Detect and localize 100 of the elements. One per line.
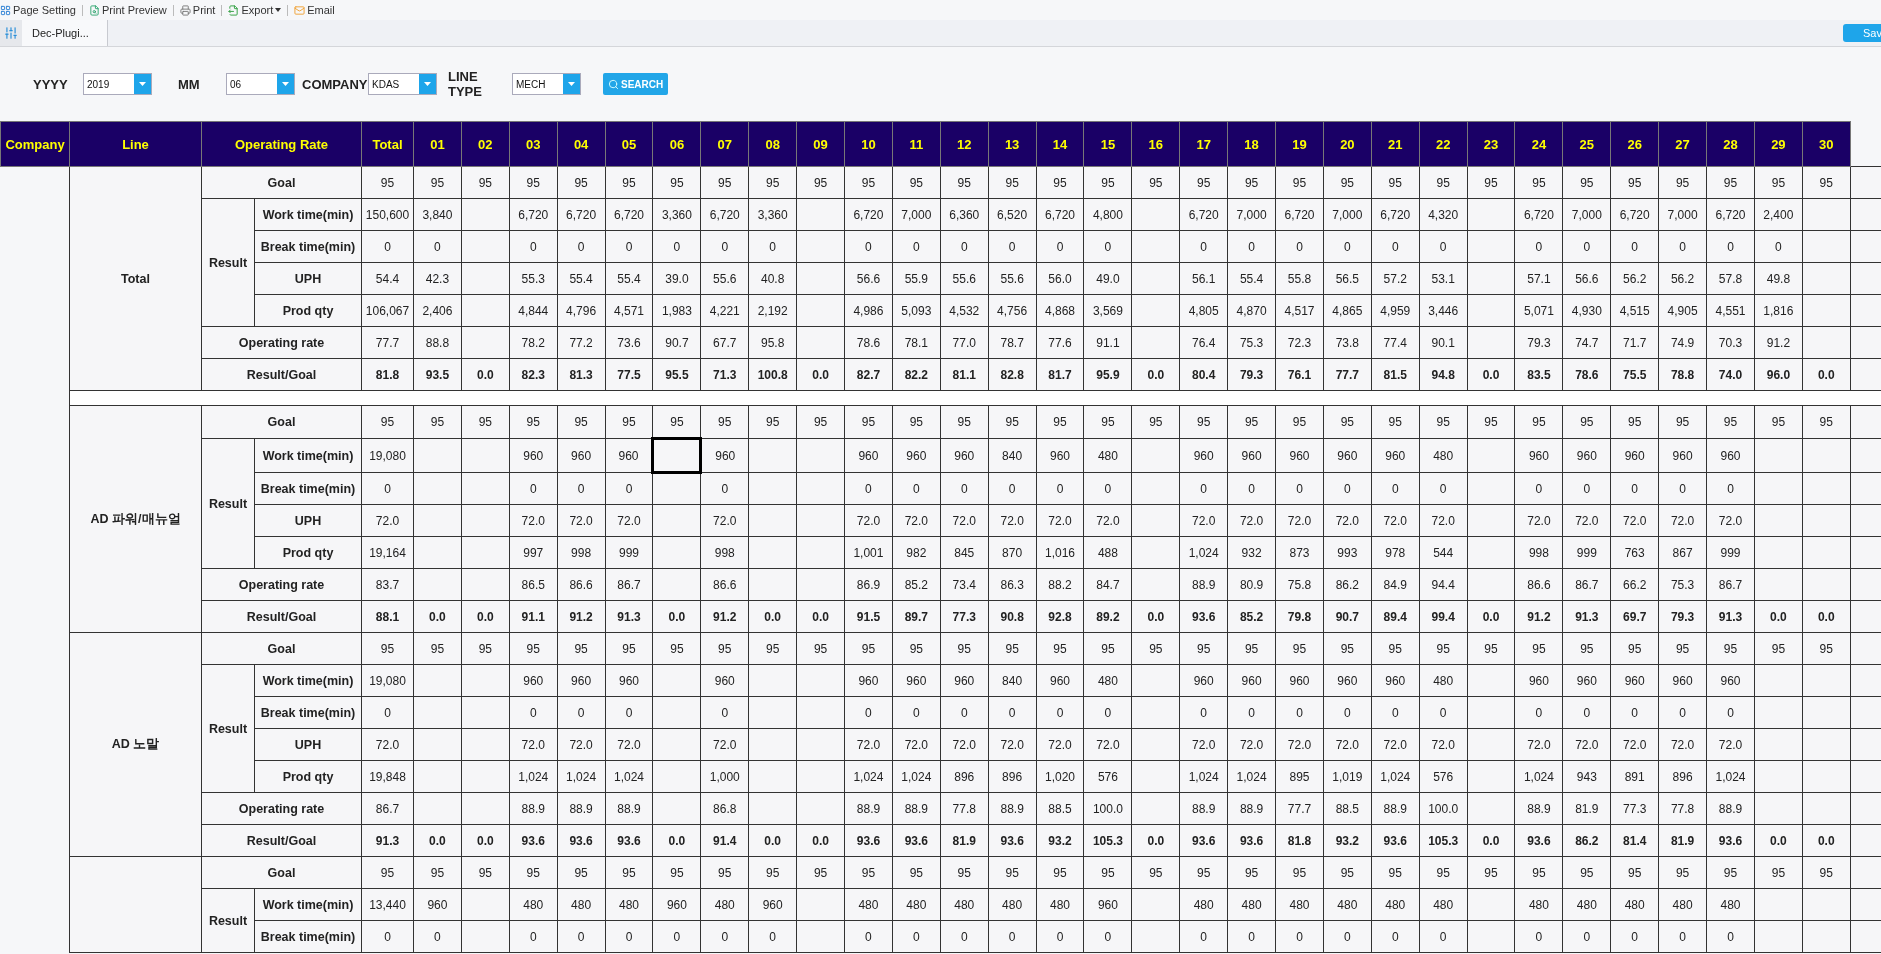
table-cell: 78.6 bbox=[1562, 358, 1611, 391]
table-cell: 960 bbox=[605, 664, 653, 697]
table-cell: 93.6 bbox=[1371, 824, 1420, 857]
table-cell: 72.0 bbox=[1275, 728, 1324, 761]
table-cell: 95 bbox=[652, 166, 701, 199]
table-cell: 95 bbox=[1658, 856, 1707, 889]
table-cell: 72.0 bbox=[1227, 504, 1276, 537]
table-cell: 480 bbox=[988, 888, 1037, 921]
table-cell: 1,024 bbox=[1227, 760, 1276, 793]
table-cell: 95 bbox=[940, 405, 989, 439]
table-cell: 960 bbox=[509, 664, 558, 697]
table-cell: 6,360 bbox=[940, 198, 989, 231]
table-cell: 480 bbox=[1227, 888, 1276, 921]
table-cell: 480 bbox=[1706, 888, 1755, 921]
table-cell: 86.3 bbox=[988, 568, 1037, 601]
tab[interactable]: Dec-Plugi... bbox=[22, 20, 108, 46]
table-cell: 960 bbox=[940, 438, 989, 473]
table-cell: 0.0 bbox=[1131, 358, 1180, 391]
table-cell: 895 bbox=[1275, 760, 1324, 793]
table-cell: 960 bbox=[1275, 664, 1324, 697]
select-field[interactable]: MECH bbox=[512, 73, 581, 95]
table-cell: 960 bbox=[1323, 438, 1372, 473]
table-cell: 75.3 bbox=[1227, 326, 1276, 359]
table-cell: 0 bbox=[844, 230, 893, 263]
select-field[interactable]: 2019 bbox=[83, 73, 152, 95]
table-cell: 960 bbox=[1227, 664, 1276, 697]
row-label: Prod qty bbox=[254, 760, 362, 793]
column-header: 06 bbox=[652, 121, 701, 167]
table-cell: 72.0 bbox=[1562, 728, 1611, 761]
table-cell: 86.9 bbox=[844, 568, 893, 601]
table-cell: 91.3 bbox=[605, 600, 653, 633]
table-cell: 95 bbox=[361, 166, 414, 199]
table-cell: 88.9 bbox=[1179, 568, 1228, 601]
table-cell: 56.2 bbox=[1658, 262, 1707, 295]
table-cell: 0 bbox=[1275, 230, 1324, 263]
selected-cell[interactable] bbox=[652, 438, 701, 473]
table-cell: 73.8 bbox=[1323, 326, 1372, 359]
table-cell: 3,446 bbox=[1419, 294, 1468, 327]
column-header: 11 bbox=[892, 121, 941, 167]
table-cell: 6,520 bbox=[988, 198, 1037, 231]
table-cell: 1,001 bbox=[844, 536, 893, 569]
column-header: 30 bbox=[1802, 121, 1851, 167]
table-cell: 55.4 bbox=[557, 262, 606, 295]
table-cell: 0.0 bbox=[1131, 824, 1180, 857]
table-cell: 81.4 bbox=[1610, 824, 1659, 857]
table-cell: 91.3 bbox=[1562, 600, 1611, 633]
table-cell: 0.0 bbox=[1467, 600, 1515, 633]
table-cell: 105.3 bbox=[1083, 824, 1132, 857]
table-cell: 78.2 bbox=[509, 326, 558, 359]
table-cell: 95 bbox=[361, 632, 414, 665]
table-cell: 3,569 bbox=[1083, 294, 1132, 327]
select-field[interactable]: 06 bbox=[226, 73, 295, 95]
table-cell: 0 bbox=[1323, 472, 1372, 505]
table-cell: 4,517 bbox=[1275, 294, 1324, 327]
table-cell: 95 bbox=[1131, 632, 1180, 665]
table-cell: 576 bbox=[1083, 760, 1132, 793]
table-cell: 95 bbox=[1227, 856, 1276, 889]
table-cell: 4,796 bbox=[557, 294, 606, 327]
table-cell: 88.1 bbox=[361, 600, 414, 633]
table-cell: 76.4 bbox=[1179, 326, 1228, 359]
table-cell: 91.2 bbox=[557, 600, 606, 633]
table-cell: 78.7 bbox=[988, 326, 1037, 359]
table-cell: 95 bbox=[892, 166, 941, 199]
table-cell: 4,844 bbox=[509, 294, 558, 327]
row-group-label: Result bbox=[201, 198, 255, 327]
table-cell: 763 bbox=[1610, 536, 1659, 569]
table-cell: 95 bbox=[844, 166, 893, 199]
sliders-icon[interactable] bbox=[4, 26, 18, 40]
table-cell: 0 bbox=[1036, 920, 1084, 953]
table-cell: 4,571 bbox=[605, 294, 653, 327]
table-cell: 0 bbox=[1227, 920, 1276, 953]
table-cell: 94.8 bbox=[1419, 358, 1468, 391]
table-cell: 993 bbox=[1323, 536, 1372, 569]
toolbar-button[interactable]: Page Setting bbox=[0, 4, 76, 16]
table-cell: 86.5 bbox=[509, 568, 558, 601]
table-cell: 72.3 bbox=[1275, 326, 1324, 359]
toolbar-button[interactable]: Print Preview bbox=[82, 4, 167, 16]
table-cell: 95 bbox=[1371, 632, 1420, 665]
table-cell: 80.4 bbox=[1179, 358, 1228, 391]
table-cell: 998 bbox=[1515, 536, 1563, 569]
table-cell: 2,192 bbox=[748, 294, 797, 327]
table-cell: 0 bbox=[940, 696, 989, 729]
toolbar-button[interactable]: Email bbox=[287, 4, 335, 16]
toolbar-button[interactable]: Export bbox=[221, 4, 282, 16]
table-cell: 95 bbox=[700, 166, 749, 199]
table-cell: 0 bbox=[1083, 472, 1132, 505]
column-header: Company bbox=[0, 121, 70, 167]
table-cell: 0 bbox=[1706, 472, 1755, 505]
select-field[interactable]: KDAS bbox=[368, 73, 437, 95]
table-cell: 42.3 bbox=[413, 262, 462, 295]
table-cell: 75.8 bbox=[1275, 568, 1324, 601]
toolbar-button[interactable]: Print bbox=[172, 4, 216, 16]
table-cell: 480 bbox=[557, 888, 606, 921]
table-cell: 95 bbox=[1467, 856, 1515, 889]
table-cell: 95 bbox=[1083, 632, 1132, 665]
table-cell: 0 bbox=[361, 920, 414, 953]
table-cell: 1,024 bbox=[1179, 760, 1228, 793]
table-cell: 480 bbox=[892, 888, 941, 921]
table-cell: 95 bbox=[413, 405, 462, 439]
table-cell: 72.0 bbox=[700, 728, 749, 761]
